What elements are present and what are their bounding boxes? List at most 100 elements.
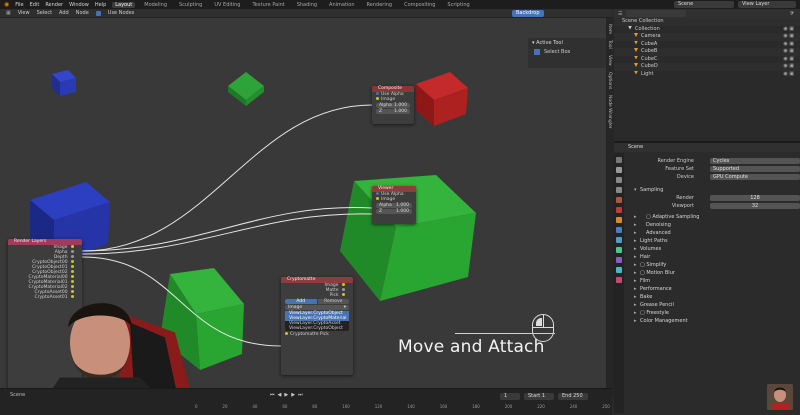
menu-help[interactable]: Help: [95, 2, 106, 8]
scene-selector[interactable]: Scene: [674, 1, 734, 8]
modifier-tab-icon[interactable]: [616, 227, 622, 233]
tab-item[interactable]: Item: [607, 24, 612, 34]
menu-select[interactable]: Select: [37, 10, 52, 16]
section-performance[interactable]: Performance: [626, 285, 800, 293]
render-samples-field[interactable]: 128: [710, 195, 800, 201]
view-layer-selector[interactable]: View Layer: [738, 1, 796, 8]
select-box-icon[interactable]: [534, 49, 540, 55]
play-icon[interactable]: ▶: [284, 392, 288, 398]
particles-tab-icon[interactable]: [616, 237, 622, 243]
visibility-icon[interactable]: ◉ ▣: [783, 56, 794, 64]
menu-window[interactable]: Window: [69, 2, 89, 8]
alpha-input[interactable]: Alpha 1.000: [376, 203, 412, 208]
render-tab-icon[interactable]: [616, 167, 622, 173]
tab-uv-editing[interactable]: UV Editing: [211, 2, 243, 8]
end-frame-field[interactable]: End 250: [558, 393, 588, 400]
menu-add[interactable]: Add: [59, 10, 69, 16]
menu-file[interactable]: File: [15, 2, 23, 8]
image-field[interactable]: Image ▾: [285, 305, 349, 310]
jump-start-icon[interactable]: ⏮: [270, 392, 275, 398]
outliner-item-collection[interactable]: Collection ◉ ▣: [614, 25, 800, 34]
section-sampling[interactable]: Sampling: [626, 186, 800, 194]
section-adaptive-sampling[interactable]: ▢ Adaptive Sampling: [626, 213, 800, 221]
world-tab-icon[interactable]: [616, 207, 622, 213]
backdrop-toggle[interactable]: Backdrop: [512, 10, 544, 17]
tab-tool[interactable]: Tool: [607, 40, 612, 49]
z-input[interactable]: Z 1.000: [376, 209, 412, 214]
alpha-input[interactable]: Alpha 1.000: [376, 103, 410, 108]
scene-tab-icon[interactable]: [616, 197, 622, 203]
physics-tab-icon[interactable]: [616, 247, 622, 253]
menu-edit[interactable]: Edit: [30, 2, 40, 8]
visibility-icon[interactable]: ◉ ▣: [783, 48, 794, 56]
input-crypto-pick[interactable]: Cryptomatte Pick: [281, 332, 353, 337]
visibility-icon[interactable]: ◉ ▣: [783, 71, 794, 79]
outliner-type-icon[interactable]: ☰: [618, 11, 622, 17]
output-tab-icon[interactable]: [616, 177, 622, 183]
tab-modeling[interactable]: Modeling: [141, 2, 170, 8]
tab-node-wrangler[interactable]: Node Wrangler: [607, 95, 612, 129]
section-denoising[interactable]: Denoising: [626, 221, 800, 229]
visibility-icon[interactable]: ◉ ▣: [783, 41, 794, 49]
outliner-item-camera[interactable]: Camera ◉ ▣: [614, 33, 800, 41]
tab-scripting[interactable]: Scripting: [444, 2, 472, 8]
composite-node[interactable]: Composite Use Alpha Image Alpha 1.000 Z 1.…: [372, 86, 414, 124]
section-bake[interactable]: Bake: [626, 293, 800, 301]
prev-key-icon[interactable]: ◀: [278, 392, 282, 398]
tool-tab-icon[interactable]: [616, 157, 622, 163]
visibility-icon[interactable]: ◉ ▣: [783, 63, 794, 71]
device-select[interactable]: GPU Compute: [710, 174, 800, 180]
section-freestyle[interactable]: ▢ Freestyle: [626, 309, 800, 317]
visibility-icon[interactable]: ◉ ▣: [783, 33, 794, 41]
outliner-item-light[interactable]: Light ◉ ▣: [614, 70, 800, 79]
output-pick[interactable]: Pick: [281, 293, 349, 298]
timeline-ruler[interactable]: 0 20 40 60 80 100 120 140 160 180 200 22…: [195, 404, 610, 412]
timeline[interactable]: Scene 1 Start 1 End 250 ⏮ ◀ ▶ ▶ ⏭ 0 20 4…: [0, 388, 612, 415]
menu-render[interactable]: Render: [45, 2, 63, 8]
cryptomatte-node[interactable]: Cryptomatte Image Matte Pick Add Remove …: [281, 277, 353, 375]
use-nodes-checkbox[interactable]: [95, 10, 101, 16]
image-socket[interactable]: Image: [372, 97, 414, 102]
filter-icon[interactable]: ⧩: [790, 11, 794, 17]
jump-end-icon[interactable]: ⏭: [298, 392, 303, 398]
viewer-node[interactable]: Viewer Use Alpha Image Alpha 1.000 Z 1.000: [372, 186, 416, 224]
remove-button[interactable]: Remove: [317, 299, 349, 304]
outliner-item-cube-c[interactable]: CubeC ◉ ▣: [614, 55, 800, 64]
tab-view[interactable]: View: [607, 55, 612, 66]
tab-options[interactable]: Options: [607, 72, 612, 89]
section-motion-blur[interactable]: ▢ Motion Blur: [626, 269, 800, 277]
data-tab-icon[interactable]: [616, 267, 622, 273]
outliner-search[interactable]: [626, 10, 687, 17]
section-volumes[interactable]: Volumes: [626, 245, 800, 253]
tab-shading[interactable]: Shading: [294, 2, 320, 8]
section-simplify[interactable]: ▢ Simplify: [626, 261, 800, 269]
render-engine-select[interactable]: Cycles: [710, 158, 800, 164]
current-frame-field[interactable]: 1: [500, 393, 520, 400]
tab-compositing[interactable]: Compositing: [401, 2, 438, 8]
material-tab-icon[interactable]: [616, 277, 622, 283]
constraints-tab-icon[interactable]: [616, 257, 622, 263]
add-button[interactable]: Add: [285, 299, 317, 304]
view-layer-tab-icon[interactable]: [616, 187, 622, 193]
tab-texture-paint[interactable]: Texture Paint: [249, 2, 287, 8]
tab-animation[interactable]: Animation: [326, 2, 358, 8]
section-color-management[interactable]: Color Management: [626, 317, 800, 325]
visibility-icon[interactable]: ◉ ▣: [783, 26, 794, 34]
outliner-item-cube-d[interactable]: CubeD ◉ ▣: [614, 63, 800, 71]
select-box-row[interactable]: Select Box: [528, 48, 606, 56]
section-hair[interactable]: Hair: [626, 253, 800, 261]
z-input[interactable]: Z 1.000: [376, 109, 410, 114]
object-tab-icon[interactable]: [616, 217, 622, 223]
layer-list[interactable]: ViewLayer.CryptoObject ViewLayer.CryptoM…: [285, 311, 349, 331]
feature-set-select[interactable]: Supported: [710, 166, 800, 172]
section-light-paths[interactable]: Light Paths: [626, 237, 800, 245]
tab-sculpting[interactable]: Sculpting: [176, 2, 205, 8]
editor-type-icon[interactable]: ▦: [6, 10, 11, 16]
blender-logo-icon[interactable]: ◉: [4, 1, 9, 8]
next-key-icon[interactable]: ▶: [291, 392, 295, 398]
section-film[interactable]: Film: [626, 277, 800, 285]
menu-node[interactable]: Node: [76, 10, 89, 16]
section-grease-pencil[interactable]: Grease Pencil: [626, 301, 800, 309]
layer-item[interactable]: ViewLayer.CryptoObject: [285, 326, 349, 331]
start-frame-field[interactable]: Start 1: [524, 393, 554, 400]
